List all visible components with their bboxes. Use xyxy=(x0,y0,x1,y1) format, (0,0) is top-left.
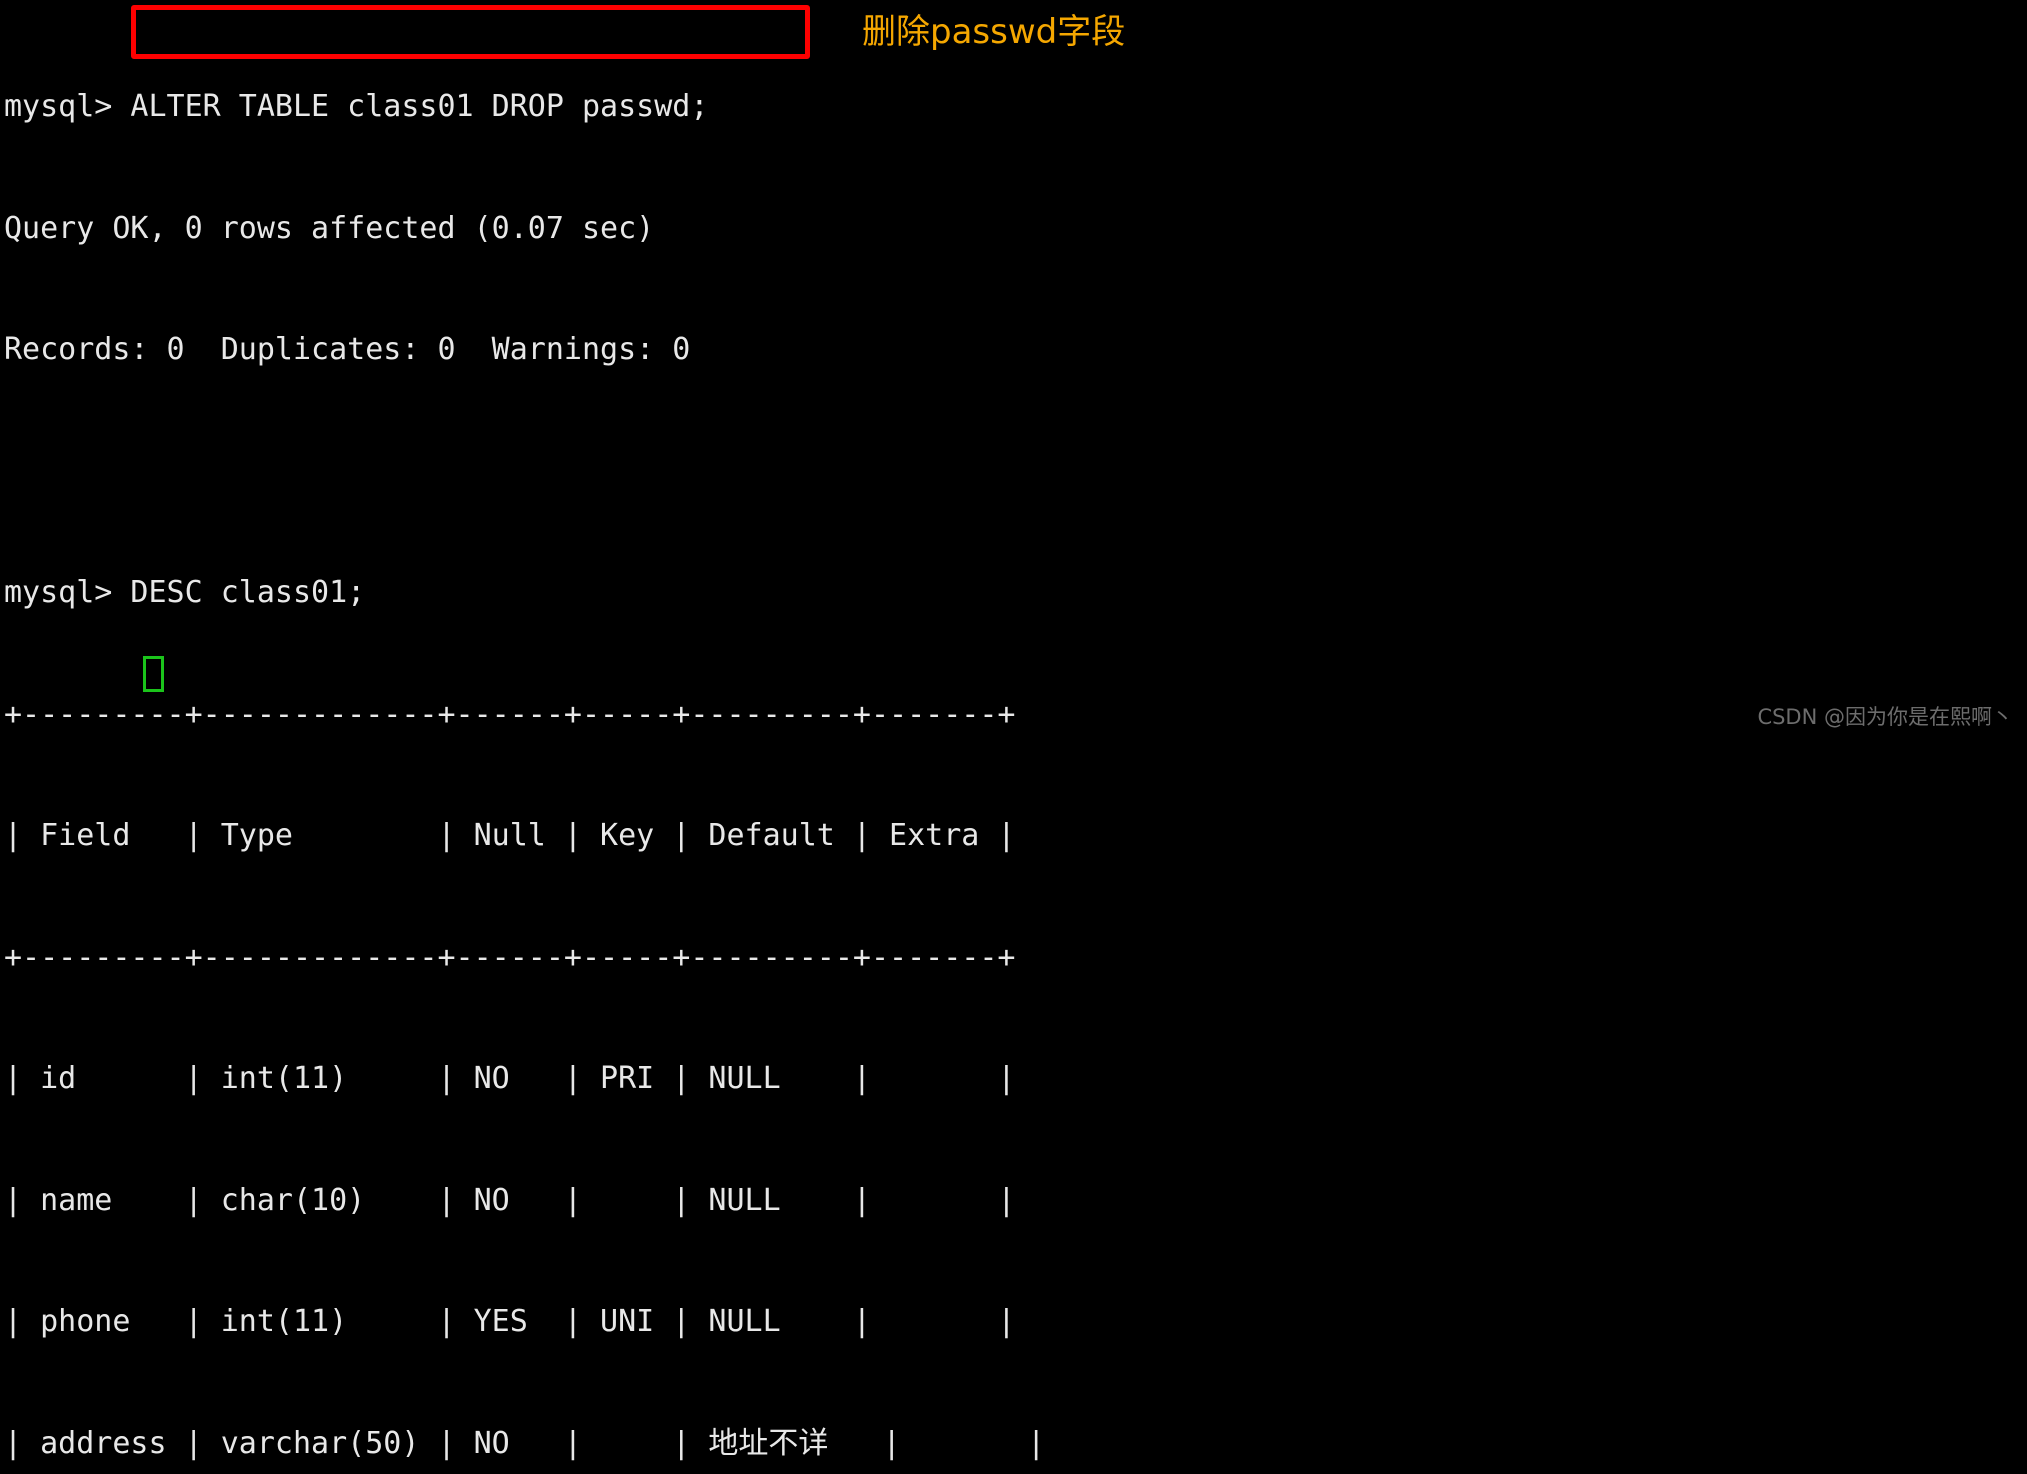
table-header-row: | Field | Type | Null | Key | Default | … xyxy=(4,818,1016,853)
table-rule-header: +---------+-------------+------+-----+--… xyxy=(4,939,1016,975)
terminal-line-query-ok: Query OK, 0 rows affected (0.07 sec) xyxy=(4,210,655,246)
annotation-label: 删除passwd字段 xyxy=(862,12,1126,52)
table-row: | phone | int(11) | YES | UNI | NULL | | xyxy=(4,1304,1016,1339)
table-row: | name | char(10) | NO | | NULL | | xyxy=(4,1182,1016,1218)
text-cursor xyxy=(143,656,164,692)
terminal-output: mysql> ALTER TABLE class01 DROP passwd; … xyxy=(4,6,1045,1474)
terminal-line-command-alter: mysql> ALTER TABLE class01 DROP passwd; xyxy=(4,89,709,124)
table-row: | id | int(11) | NO | PRI | NULL | | xyxy=(4,1061,1016,1096)
table-rule-top: +---------+-------------+------+-----+--… xyxy=(4,696,1016,732)
terminal-line-blank-1 xyxy=(4,452,1045,493)
watermark-label: CSDN @因为你是在熙啊丶 xyxy=(1757,705,2013,729)
terminal-window[interactable]: mysql> ALTER TABLE class01 DROP passwd; … xyxy=(0,0,2027,1461)
table-row: | address | varchar(50) | NO | | 地址不详 | … xyxy=(4,1425,1046,1461)
terminal-line-records: Records: 0 Duplicates: 0 Warnings: 0 xyxy=(4,332,691,367)
terminal-line-command-desc: mysql> DESC class01; xyxy=(4,575,366,610)
